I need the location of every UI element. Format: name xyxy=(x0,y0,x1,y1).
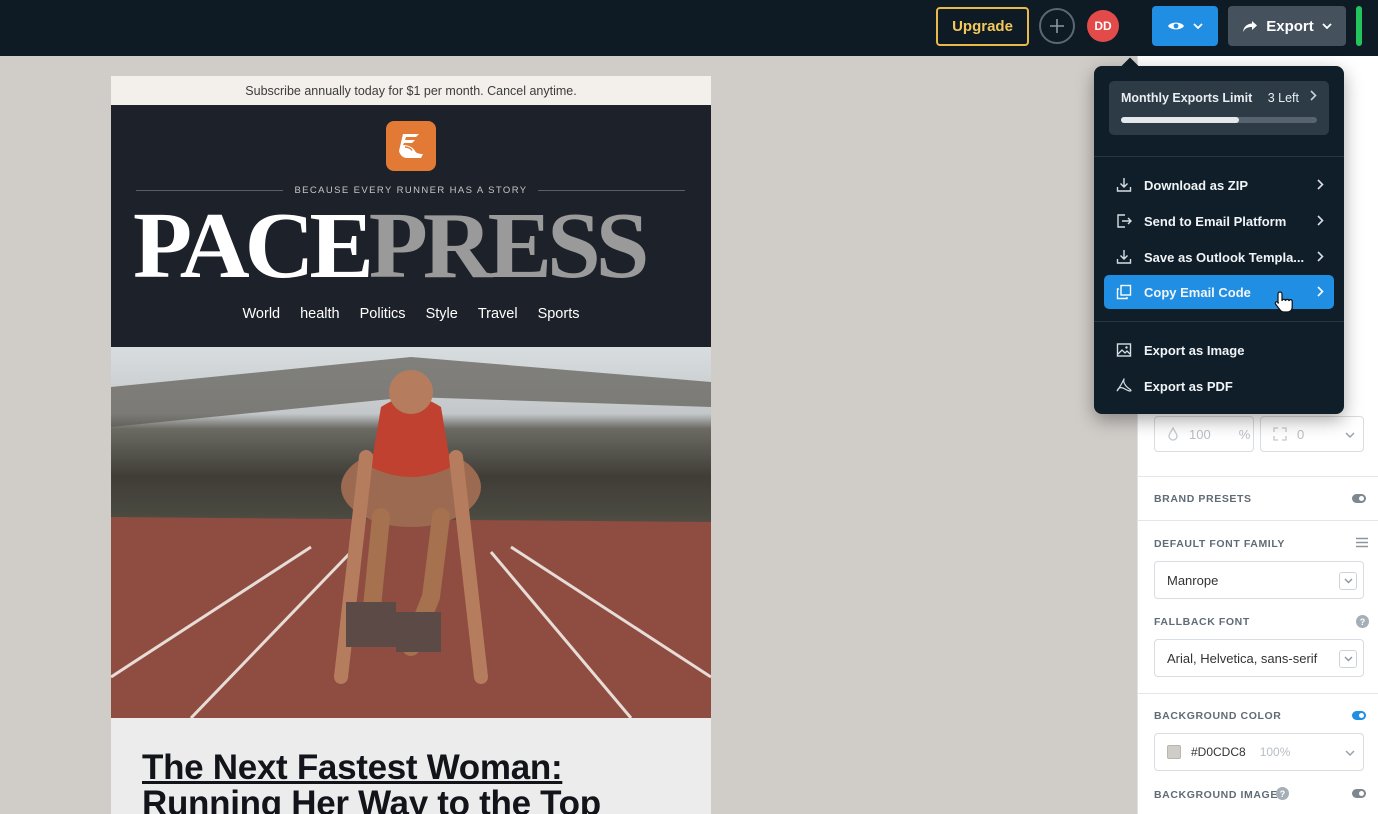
chevron-right-icon xyxy=(1317,251,1324,262)
chevron-right-icon xyxy=(1317,179,1324,190)
radius-input[interactable]: 0 xyxy=(1260,416,1364,452)
image-icon xyxy=(1116,343,1132,357)
menu-item-download-zip[interactable]: Download as ZIP xyxy=(1104,168,1334,202)
chevron-down-icon xyxy=(1339,650,1357,668)
masthead-press: PRESS xyxy=(368,194,650,298)
subscribe-banner[interactable]: Subscribe annually today for $1 per mont… xyxy=(111,76,711,105)
menu-item-send-email-platform[interactable]: Send to Email Platform xyxy=(1104,204,1334,238)
send-icon xyxy=(1117,214,1132,228)
divider xyxy=(1138,476,1378,477)
divider xyxy=(1094,156,1344,157)
chevron-down-icon xyxy=(1322,23,1332,29)
email-header[interactable]: BECAUSE EVERY RUNNER HAS A STORY PACEPRE… xyxy=(111,105,711,347)
default-font-value: Manrope xyxy=(1167,572,1219,588)
menu-item-label: Save as Outlook Templa... xyxy=(1144,250,1305,265)
help-icon[interactable]: ? xyxy=(1276,787,1289,800)
hero-image[interactable] xyxy=(111,347,711,718)
export-limit-count: 3 Left xyxy=(1267,91,1299,105)
divider xyxy=(1094,321,1344,322)
article-headline[interactable]: The Next Fastest Woman: Running Her Way … xyxy=(142,750,682,814)
background-color-value: #D0CDC8 xyxy=(1191,745,1246,759)
chevron-down-icon xyxy=(1193,23,1203,29)
email-nav: World health Politics Style Travel Sport… xyxy=(111,306,711,322)
nav-link-health[interactable]: health xyxy=(300,306,340,322)
share-arrow-icon xyxy=(1243,20,1258,32)
background-image-toggle[interactable] xyxy=(1352,789,1366,798)
menu-item-export-pdf[interactable]: Export as PDF xyxy=(1104,369,1334,403)
pdf-icon xyxy=(1116,378,1132,392)
brand-presets-toggle[interactable] xyxy=(1352,494,1366,503)
chevron-down-icon xyxy=(1345,432,1355,438)
nav-link-sports[interactable]: Sports xyxy=(538,306,580,322)
divider xyxy=(1138,693,1378,694)
background-color-label: BACKGROUND COLOR xyxy=(1154,710,1282,722)
export-limit-progress-fill xyxy=(1121,117,1239,123)
export-dropdown: Monthly Exports Limit 3 Left Download as… xyxy=(1094,66,1344,414)
winged-shoe-logo-icon xyxy=(399,134,423,158)
masthead: PACEPRESS xyxy=(133,199,706,293)
help-icon[interactable]: ? xyxy=(1356,615,1369,628)
divider xyxy=(1138,520,1378,521)
nav-link-world[interactable]: World xyxy=(243,306,281,322)
color-swatch[interactable] xyxy=(1167,745,1181,759)
chevron-right-icon xyxy=(1317,215,1324,226)
menu-item-label: Send to Email Platform xyxy=(1144,214,1287,229)
sprinter-illustration xyxy=(111,357,711,718)
headline-line-1: The Next Fastest Woman: xyxy=(142,748,563,787)
opacity-unit: % xyxy=(1238,426,1251,442)
fallback-font-select[interactable]: Arial, Helvetica, sans-serif xyxy=(1154,639,1364,677)
background-color-opacity: 100% xyxy=(1259,745,1291,759)
opacity-input[interactable]: 100 % xyxy=(1154,416,1254,452)
menu-item-label: Download as ZIP xyxy=(1144,178,1249,193)
avatar[interactable]: DD xyxy=(1087,10,1119,42)
brand-presets-label: BRAND PRESETS xyxy=(1154,493,1252,505)
copy-icon xyxy=(1116,284,1132,300)
background-color-input[interactable]: #D0CDC8 100% xyxy=(1154,733,1364,771)
hand-cursor-icon xyxy=(1274,291,1293,313)
menu-item-copy-email-code[interactable]: Copy Email Code xyxy=(1104,275,1334,309)
chevron-down-icon xyxy=(1339,572,1357,590)
chevron-down-icon xyxy=(1345,750,1355,756)
export-limit-title: Monthly Exports Limit xyxy=(1121,91,1253,105)
corner-radius-icon xyxy=(1273,427,1287,441)
export-limit-card[interactable]: Monthly Exports Limit 3 Left xyxy=(1109,81,1329,135)
opacity-value: 100 xyxy=(1189,426,1211,442)
headline-line-2: Running Her Way to the Top xyxy=(142,784,601,814)
status-indicator xyxy=(1356,6,1362,46)
radius-value: 0 xyxy=(1297,426,1305,442)
fallback-font-label: FALLBACK FONT xyxy=(1154,616,1250,628)
nav-link-travel[interactable]: Travel xyxy=(478,306,518,322)
default-font-label: DEFAULT FONT FAMILY xyxy=(1154,538,1285,550)
default-font-select[interactable]: Manrope xyxy=(1154,561,1364,599)
export-limit-progress xyxy=(1121,117,1317,123)
nav-link-politics[interactable]: Politics xyxy=(360,306,406,322)
export-button[interactable]: Export xyxy=(1228,6,1346,46)
export-button-label: Export xyxy=(1266,17,1314,35)
nav-link-style[interactable]: Style xyxy=(426,306,458,322)
menu-item-save-outlook-template[interactable]: Save as Outlook Templa... xyxy=(1104,240,1334,274)
menu-item-label: Export as PDF xyxy=(1144,379,1233,394)
chevron-right-icon xyxy=(1310,90,1317,101)
email-canvas: Subscribe annually today for $1 per mont… xyxy=(111,76,711,814)
add-button[interactable] xyxy=(1039,8,1075,44)
background-image-label: BACKGROUND IMAGE xyxy=(1154,789,1278,801)
upgrade-button[interactable]: Upgrade xyxy=(936,7,1029,46)
menu-item-label: Copy Email Code xyxy=(1144,285,1251,300)
download-icon xyxy=(1116,178,1132,192)
opacity-drop-icon xyxy=(1168,427,1178,441)
menu-lines-icon[interactable] xyxy=(1355,537,1369,548)
chevron-right-icon xyxy=(1317,286,1324,297)
top-bar: Upgrade DD Export xyxy=(0,0,1378,56)
save-icon xyxy=(1116,250,1132,264)
background-color-toggle[interactable] xyxy=(1352,711,1366,720)
plus-icon xyxy=(1050,19,1064,33)
fallback-font-value: Arial, Helvetica, sans-serif xyxy=(1167,650,1318,666)
eye-icon xyxy=(1168,22,1184,30)
preview-button[interactable] xyxy=(1152,6,1218,46)
menu-item-label: Export as Image xyxy=(1144,343,1245,358)
article-headline-section[interactable]: The Next Fastest Woman: Running Her Way … xyxy=(111,718,711,814)
masthead-pace: PACE xyxy=(133,194,374,298)
menu-item-export-image[interactable]: Export as Image xyxy=(1104,333,1334,367)
brand-logo xyxy=(386,121,436,171)
